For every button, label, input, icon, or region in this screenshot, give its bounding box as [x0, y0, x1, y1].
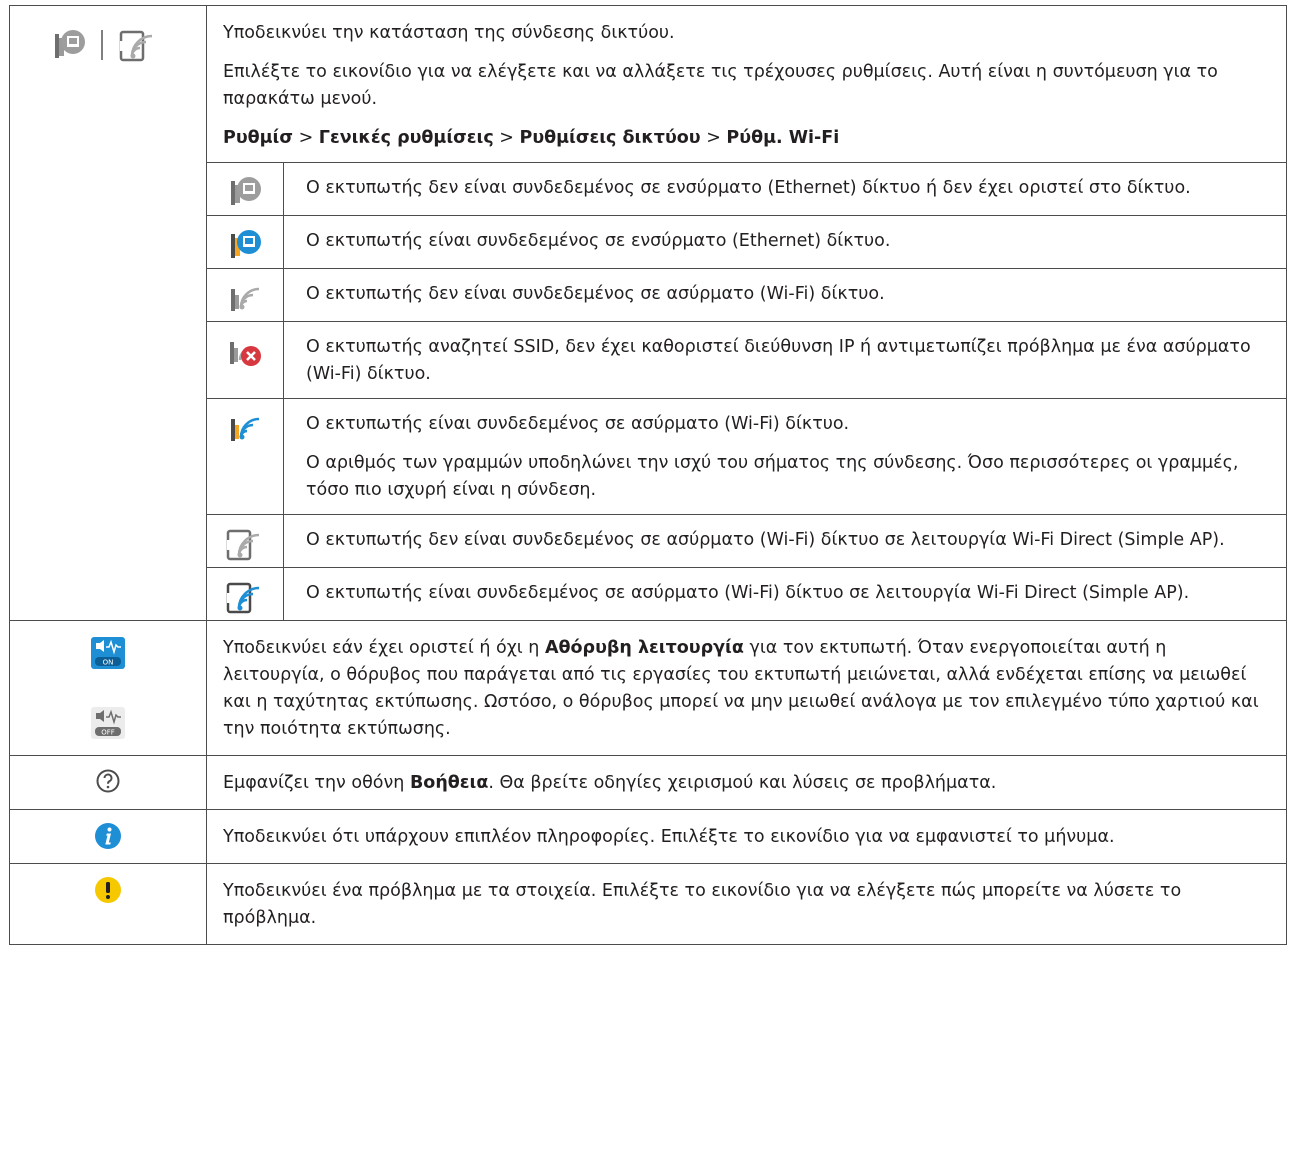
network-icons-cell [9, 5, 207, 621]
status-icon-cell [207, 215, 284, 269]
wifi-direct-connected-icon [226, 582, 260, 614]
status-icon-cell [207, 162, 284, 216]
warning-text-cell: Υποδεικνύει ένα πρόβλημα με τα στοιχεία.… [206, 863, 1287, 945]
quiet-description: Υποδεικνύει εάν έχει οριστεί ή όχι η Αθό… [223, 635, 1272, 743]
network-intro-1: Υποδεικνύει την κατάσταση της σύνδεσης δ… [223, 23, 675, 43]
status-text: Ο εκτυπωτής είναι συνδεδεμένος σε ενσύρμ… [306, 231, 891, 251]
wifi-connected-icon [231, 417, 260, 441]
help-description: Εμφανίζει την οθόνη Βοήθεια. Θα βρείτε ο… [223, 770, 1272, 797]
status-row: Ο εκτυπωτής είναι συνδεδεμένος σε ασύρμα… [207, 567, 1286, 620]
status-text-cell: Ο εκτυπωτής είναι συνδεδεμένος σε ασύρμα… [283, 567, 1286, 620]
wired-disconnected-icon [231, 177, 261, 205]
help-text-cell: Εμφανίζει την οθόνη Βοήθεια. Θα βρείτε ο… [206, 755, 1287, 810]
network-status-row: Υποδεικνύει την κατάσταση της σύνδεσης δ… [9, 5, 1287, 621]
help-text-2: . Θα βρείτε οδηγίες χειρισμού και λύσεις… [488, 773, 997, 793]
menu-path-sep-1: > [293, 128, 319, 148]
separator-icon [101, 30, 103, 60]
menu-path-sep-2: > [493, 128, 520, 148]
help-icon [96, 769, 120, 793]
status-icon-cell [207, 398, 284, 515]
status-text: Ο εκτυπωτής είναι συνδεδεμένος σε ασύρμα… [306, 414, 850, 434]
status-text-cell: Ο εκτυπωτής είναι συνδεδεμένος σε ασύρμα… [283, 398, 1286, 515]
info-icon [95, 823, 121, 849]
status-text-cell: Ο εκτυπωτής δεν είναι συνδεδεμένος σε ασ… [283, 514, 1286, 568]
warning-icon [95, 877, 121, 903]
menu-path: Ρυθμίσ > Γενικές ρυθμίσεις > Ρυθμίσεις δ… [223, 125, 1272, 152]
status-row: Ο εκτυπωτής δεν είναι συνδεδεμένος σε εν… [207, 162, 1286, 216]
wired-disconnected-icon [55, 30, 86, 58]
status-icon-cell [207, 567, 284, 620]
network-content-cell: Υποδεικνύει την κατάσταση της σύνδεσης δ… [206, 5, 1287, 621]
status-text-extra: Ο αριθμός των γραμμών υποδηλώνει την ισχ… [306, 453, 1239, 500]
status-text-cell: Ο εκτυπωτής δεν είναι συνδεδεμένος σε εν… [283, 162, 1286, 216]
quiet-text-1: Υποδεικνύει εάν έχει οριστεί ή όχι η [223, 638, 545, 658]
status-icon-cell [207, 514, 284, 568]
status-row: Ο εκτυπωτής είναι συνδεδεμένος σε ενσύρμ… [207, 215, 1286, 269]
status-text-cell: Ο εκτυπωτής αναζητεί SSID, δεν έχει καθο… [283, 321, 1286, 399]
status-row: Ο εκτυπωτής δεν είναι συνδεδεμένος σε ασ… [207, 268, 1286, 322]
status-row: Ο εκτυπωτής δεν είναι συνδεδεμένος σε ασ… [207, 514, 1286, 568]
quiet-mode-off-icon: OFF [91, 707, 125, 739]
status-text-cell: Ο εκτυπωτής είναι συνδεδεμένος σε ενσύρμ… [283, 215, 1286, 269]
help-term: Βοήθεια [409, 773, 489, 793]
warning-row: Υποδεικνύει ένα πρόβλημα με τα στοιχεία.… [9, 863, 1287, 945]
warning-icon-cell [9, 863, 207, 945]
quiet-off-label: OFF [101, 729, 115, 737]
wifi-direct-disconnected-icon [119, 30, 152, 62]
quiet-mode-term: Αθόρυβη λειτουργία [544, 638, 744, 658]
help-text-1: Εμφανίζει την οθόνη [223, 773, 410, 793]
status-icon-cell [207, 321, 284, 399]
menu-path-sep-3: > [700, 128, 727, 148]
info-icon-cell [9, 809, 207, 864]
status-text: Ο εκτυπωτής είναι συνδεδεμένος σε ασύρμα… [306, 583, 1190, 603]
menu-path-network: Ρυθμίσεις δικτύου [519, 128, 701, 148]
status-row: Ο εκτυπωτής αναζητεί SSID, δεν έχει καθο… [207, 321, 1286, 399]
network-status-table: Ο εκτυπωτής δεν είναι συνδεδεμένος σε εν… [207, 162, 1286, 620]
warning-description: Υποδεικνύει ένα πρόβλημα με τα στοιχεία.… [223, 881, 1182, 928]
quiet-mode-on-icon: ON [91, 637, 125, 669]
quiet-mode-row: ON OFF Υποδεικνύει εάν έχει οριστεί ή όχ… [9, 620, 1287, 756]
status-text: Ο εκτυπωτής αναζητεί SSID, δεν έχει καθο… [306, 337, 1251, 384]
quiet-icons-cell: ON OFF [9, 620, 207, 756]
status-text: Ο εκτυπωτής δεν είναι συνδεδεμένος σε εν… [306, 178, 1191, 198]
quiet-on-label: ON [103, 659, 114, 667]
info-text-cell: Υποδεικνύει ότι υπάρχουν επιπλέον πληροφ… [206, 809, 1287, 864]
network-intro-2: Επιλέξτε το εικονίδιο για να ελέγξετε κα… [223, 62, 1218, 109]
wifi-disconnected-icon [231, 287, 260, 311]
info-description: Υποδεικνύει ότι υπάρχουν επιπλέον πληροφ… [223, 827, 1115, 847]
info-row: Υποδεικνύει ότι υπάρχουν επιπλέον πληροφ… [9, 809, 1287, 864]
icon-legend-table: Υποδεικνύει την κατάσταση της σύνδεσης δ… [9, 5, 1287, 945]
status-text-cell: Ο εκτυπωτής δεν είναι συνδεδεμένος σε ασ… [283, 268, 1286, 322]
icon-legend-document: Υποδεικνύει την κατάσταση της σύνδεσης δ… [9, 5, 1287, 945]
status-text: Ο εκτυπωτής δεν είναι συνδεδεμένος σε ασ… [306, 284, 885, 304]
menu-path-settings: Ρυθμίσ [223, 128, 293, 148]
wired-connected-icon [231, 230, 261, 258]
status-row: Ο εκτυπωτής είναι συνδεδεμένος σε ασύρμα… [207, 398, 1286, 515]
menu-path-wifi: Ρύθμ. Wi-Fi [726, 128, 840, 148]
wifi-error-icon [230, 342, 261, 366]
help-icon-cell [9, 755, 207, 810]
quiet-text-cell: Υποδεικνύει εάν έχει οριστεί ή όχι η Αθό… [206, 620, 1287, 756]
status-icon-cell [207, 268, 284, 322]
wifi-direct-disconnected-icon [226, 529, 260, 561]
menu-path-general: Γενικές ρυθμίσεις [318, 128, 494, 148]
status-text: Ο εκτυπωτής δεν είναι συνδεδεμένος σε ασ… [306, 530, 1225, 550]
help-row: Εμφανίζει την οθόνη Βοήθεια. Θα βρείτε ο… [9, 755, 1287, 810]
